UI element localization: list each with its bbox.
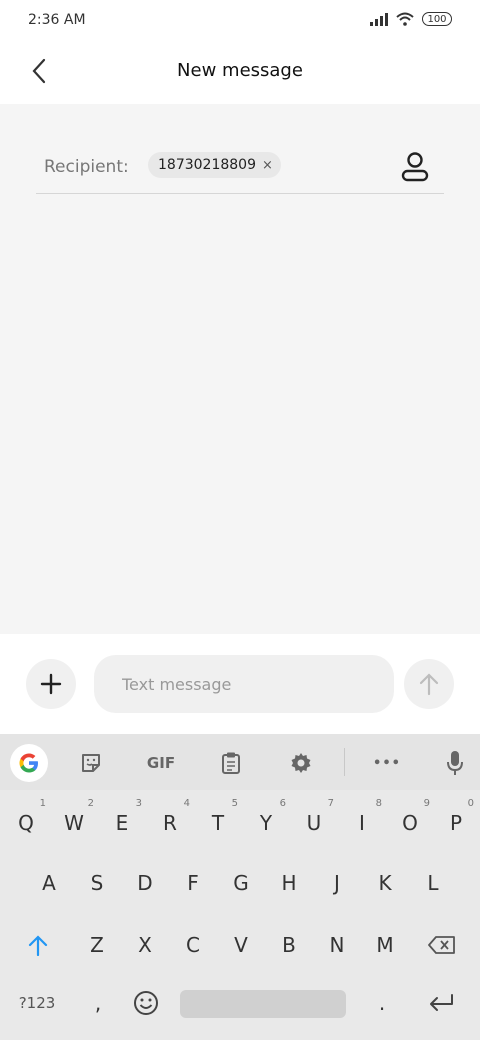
signal-icon — [370, 12, 388, 26]
shift-arrow-icon — [28, 935, 48, 956]
emoji-key[interactable] — [122, 974, 170, 1032]
header: New message — [0, 44, 480, 104]
key-a[interactable]: A — [25, 854, 73, 912]
key-r[interactable]: R4 — [146, 794, 194, 852]
key-j[interactable]: J — [313, 854, 361, 912]
key-p[interactable]: P0 — [434, 794, 478, 852]
key-v[interactable]: V — [217, 916, 265, 974]
backspace-key[interactable] — [414, 916, 470, 974]
key-row-2: A S D F G H J K L — [0, 854, 480, 912]
clipboard-icon — [222, 752, 240, 774]
key-w[interactable]: W2 — [50, 794, 98, 852]
message-input[interactable] — [94, 655, 394, 713]
key-z[interactable]: Z — [73, 916, 121, 974]
arrow-up-icon — [419, 673, 439, 696]
key-i[interactable]: I8 — [338, 794, 386, 852]
key-b[interactable]: B — [265, 916, 313, 974]
add-contact-button[interactable] — [398, 150, 432, 184]
recipient-label: Recipient: — [44, 157, 129, 177]
battery-icon: 100 — [422, 12, 452, 26]
keyboard-toolbar: GIF ••• — [0, 734, 480, 790]
key-row-3: Z X C V B N M — [0, 916, 480, 974]
key-f[interactable]: F — [169, 854, 217, 912]
key-t[interactable]: T5 — [194, 794, 242, 852]
comma-key[interactable]: , — [74, 974, 122, 1032]
key-h[interactable]: H — [265, 854, 313, 912]
google-icon[interactable] — [10, 744, 48, 782]
sticker-icon — [82, 754, 100, 772]
shift-key[interactable] — [10, 916, 66, 974]
chip-close-icon[interactable]: × — [262, 158, 273, 173]
key-u[interactable]: U7 — [290, 794, 338, 852]
key-n[interactable]: N — [313, 916, 361, 974]
page-title: New message — [177, 60, 303, 81]
key-o[interactable]: O9 — [386, 794, 434, 852]
recipient-chip-number: 18730218809 — [158, 157, 256, 173]
microphone-icon — [447, 751, 463, 775]
compose-bar — [0, 634, 480, 734]
status-time: 2:36 AM — [28, 12, 86, 28]
key-x[interactable]: X — [121, 916, 169, 974]
recipient-chip[interactable]: 18730218809 × — [148, 152, 281, 178]
period-key[interactable]: . — [358, 974, 406, 1032]
person-icon — [401, 152, 429, 182]
more-button[interactable]: ••• — [368, 744, 406, 782]
enter-key[interactable] — [416, 974, 466, 1032]
key-e[interactable]: E3 — [98, 794, 146, 852]
key-k[interactable]: K — [361, 854, 409, 912]
key-s[interactable]: S — [73, 854, 121, 912]
sticker-button[interactable] — [72, 744, 110, 782]
space-key[interactable] — [180, 990, 346, 1018]
enter-arrow-icon — [430, 994, 453, 1011]
key-row-1: Q1 W2 E3 R4 T5 Y6 U7 I8 O9 P0 — [0, 794, 480, 852]
gif-button[interactable]: GIF — [142, 744, 180, 782]
attach-button[interactable] — [26, 659, 76, 709]
gear-icon — [291, 753, 311, 773]
symbols-key[interactable]: ?123 — [4, 974, 70, 1032]
key-d[interactable]: D — [121, 854, 169, 912]
wifi-icon — [396, 12, 414, 26]
key-y[interactable]: Y6 — [242, 794, 290, 852]
keyboard: GIF ••• Q1 W2 E3 R4 T 5 Y 6 U 7 I 8 O 9 … — [0, 734, 480, 1040]
voice-input-button[interactable] — [436, 744, 474, 782]
key-row-4: ?123 , . — [0, 974, 480, 1032]
key-c[interactable]: C — [169, 916, 217, 974]
backspace-icon — [428, 936, 455, 954]
key-g[interactable]: G — [217, 854, 265, 912]
status-icons: 100 — [370, 12, 452, 26]
plus-icon — [40, 673, 62, 695]
send-button[interactable] — [404, 659, 454, 709]
key-l[interactable]: L — [409, 854, 457, 912]
status-bar: 2:36 AM 100 — [0, 0, 480, 44]
key-m[interactable]: M — [361, 916, 409, 974]
google-logo-icon — [19, 753, 38, 773]
smiley-icon — [134, 991, 158, 1015]
battery-level: 100 — [427, 13, 447, 25]
toolbar-divider — [344, 748, 345, 776]
key-q[interactable]: Q1 — [2, 794, 50, 852]
settings-button[interactable] — [282, 744, 320, 782]
clipboard-button[interactable] — [212, 744, 250, 782]
recipient-row: Recipient: 18730218809 × — [36, 140, 444, 194]
